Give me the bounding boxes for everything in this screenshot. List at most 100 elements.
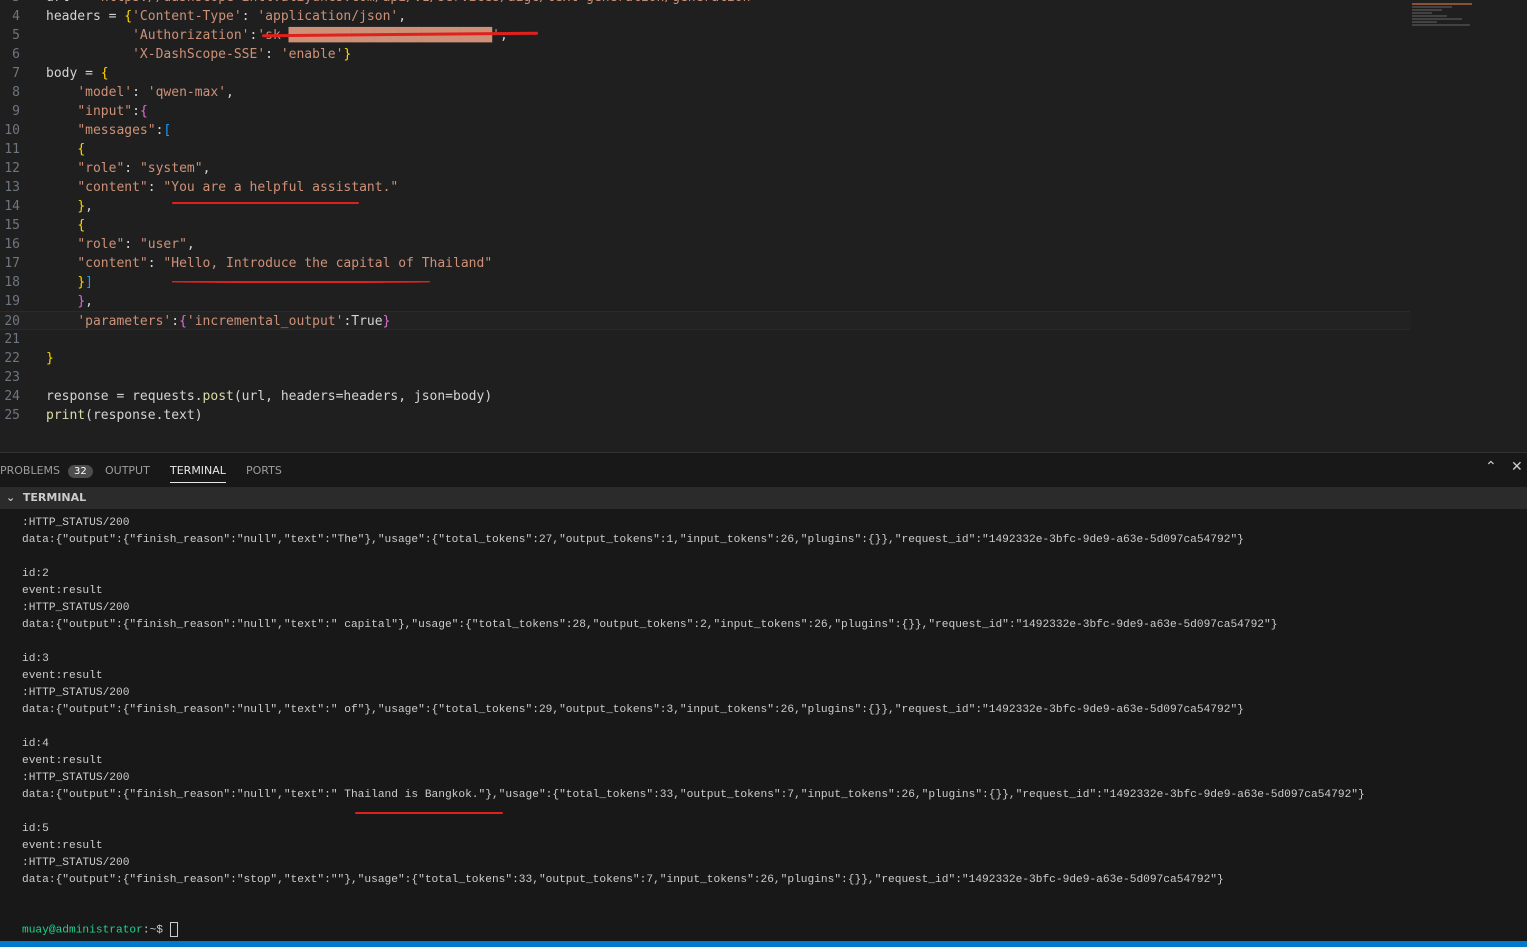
code-token: 'Authorization' <box>132 28 250 43</box>
line-number: 16 <box>4 237 20 252</box>
code-text: { <box>46 140 85 159</box>
code-line[interactable]: 21 <box>0 330 1410 349</box>
line-number: 7 <box>12 66 20 81</box>
line-number: 9 <box>12 104 20 119</box>
code-token: ] <box>85 275 93 290</box>
line-number: 12 <box>4 161 20 176</box>
terminal-line: id:4 <box>22 738 49 750</box>
code-line[interactable]: 13 "content": "You are a helpful assista… <box>0 178 1410 197</box>
tab-output[interactable]: OUTPUT <box>105 464 150 477</box>
code-line[interactable]: 19 }, <box>0 292 1410 311</box>
section-title: TERMINAL <box>22 491 87 504</box>
code-line[interactable]: 8 'model': 'qwen-max', <box>0 83 1410 102</box>
code-token: response = requests. <box>46 389 203 404</box>
code-text: 'X-DashScope-SSE': 'enable'} <box>46 45 351 64</box>
code-token: , <box>85 199 93 214</box>
code-line[interactable]: 23 <box>0 368 1410 387</box>
terminal-prompt-line[interactable]: muay@administrator:~$ <box>22 922 178 939</box>
code-token: , <box>85 294 93 309</box>
code-token: , <box>226 85 234 100</box>
code-token: "role" <box>77 161 125 176</box>
code-token: } <box>77 199 86 214</box>
code-text: "role": "system", <box>46 159 210 178</box>
code-token: { <box>179 314 187 329</box>
annotation-underline <box>172 281 430 283</box>
code-token: "You are a helpful assistant." <box>163 180 399 195</box>
code-token: (url, headers=headers, json=body) <box>233 389 493 404</box>
maximize-panel-icon[interactable]: ⌃ <box>1485 459 1497 475</box>
minimap[interactable] <box>1412 2 1482 52</box>
terminal-line: id:5 <box>22 823 49 835</box>
code-token: "user" <box>139 237 187 252</box>
terminal-line: id:3 <box>22 653 49 665</box>
code-token: "role" <box>77 237 125 252</box>
code-line[interactable]: 24 response = requests.post(url, headers=… <box>0 387 1410 406</box>
code-line[interactable]: 14 }, <box>0 197 1410 216</box>
code-line[interactable]: 7 body = { <box>0 64 1410 83</box>
code-text: "messages":[ <box>46 121 171 140</box>
code-token: body = <box>46 66 101 81</box>
code-line[interactable]: 22} <box>0 349 1410 368</box>
code-token: , <box>202 161 211 176</box>
problems-count-badge: 32 <box>68 465 93 478</box>
code-line[interactable]: 16 "role": "user", <box>0 235 1410 254</box>
line-number: 4 <box>12 9 20 24</box>
code-line[interactable]: 15 { <box>0 216 1410 235</box>
line-number: 21 <box>4 332 20 347</box>
code-line[interactable]: 25 print(response.text) <box>0 406 1410 425</box>
code-token: "content" <box>77 180 148 195</box>
panel-tabs: PROBLEMS 32 OUTPUT TERMINAL PORTS ⌃ ✕ <box>0 453 1527 487</box>
line-number: 25 <box>4 408 20 423</box>
annotation-underline <box>355 812 503 814</box>
code-token: : <box>132 104 140 119</box>
code-token: , <box>499 28 508 43</box>
tab-problems[interactable]: PROBLEMS 32 <box>0 464 93 478</box>
terminal-section-header[interactable]: ⌄ TERMINAL <box>0 487 1527 509</box>
terminal-line: event:result <box>22 755 103 767</box>
tab-ports[interactable]: PORTS <box>246 464 282 477</box>
code-line[interactable]: 3 url = 'https://dashscope-intl.aliyuncs.… <box>0 0 1410 7</box>
code-line[interactable]: 12 "role": "system", <box>0 159 1410 178</box>
code-text: } <box>46 349 54 368</box>
code-token: } <box>77 275 86 290</box>
code-text: }, <box>46 292 93 311</box>
code-token: : <box>147 256 164 271</box>
code-line[interactable]: 5 'Authorization':'sk-██████████████████… <box>0 26 1410 45</box>
line-number: 23 <box>4 370 20 385</box>
code-token: 'qwen-max' <box>147 85 227 100</box>
line-number: 19 <box>4 294 20 309</box>
line-number: 8 <box>12 85 20 100</box>
terminal-line: data:{"output":{"finish_reason":"null","… <box>22 704 1244 716</box>
code-editor[interactable]: 3 url = 'https://dashscope-intl.aliyuncs.… <box>0 0 1527 452</box>
annotation-underline <box>172 202 359 204</box>
code-line[interactable]: 11 { <box>0 140 1410 159</box>
close-panel-icon[interactable]: ✕ <box>1511 459 1523 475</box>
code-token: { <box>77 142 86 157</box>
code-token: headers = <box>46 9 125 24</box>
code-text: "role": "user", <box>46 235 194 254</box>
code-line[interactable]: 9 "input":{ <box>0 102 1410 121</box>
code-line[interactable]: 17 "content": "Hello, Introduce the capi… <box>0 254 1410 273</box>
code-token: "input" <box>77 104 133 119</box>
tab-terminal[interactable]: TERMINAL <box>170 464 226 483</box>
code-token: url = <box>46 0 93 5</box>
tab-label: PROBLEMS <box>0 464 61 477</box>
code-token: : <box>147 180 164 195</box>
code-text: body = { <box>46 64 109 83</box>
terminal-line: data:{"output":{"finish_reason":"null","… <box>22 619 1278 631</box>
code-line[interactable]: 10 "messages":[ <box>0 121 1410 140</box>
code-line[interactable]: 4 headers = {'Content-Type': 'application… <box>0 7 1410 26</box>
code-token: 'parameters' <box>77 314 172 329</box>
terminal-line: :HTTP_STATUS/200 <box>22 772 130 784</box>
code-line[interactable]: 20 'parameters':{'incremental_output':Tr… <box>0 311 1410 330</box>
status-bar <box>0 941 1527 947</box>
code-line[interactable]: 6 'X-DashScope-SSE': 'enable'} <box>0 45 1410 64</box>
